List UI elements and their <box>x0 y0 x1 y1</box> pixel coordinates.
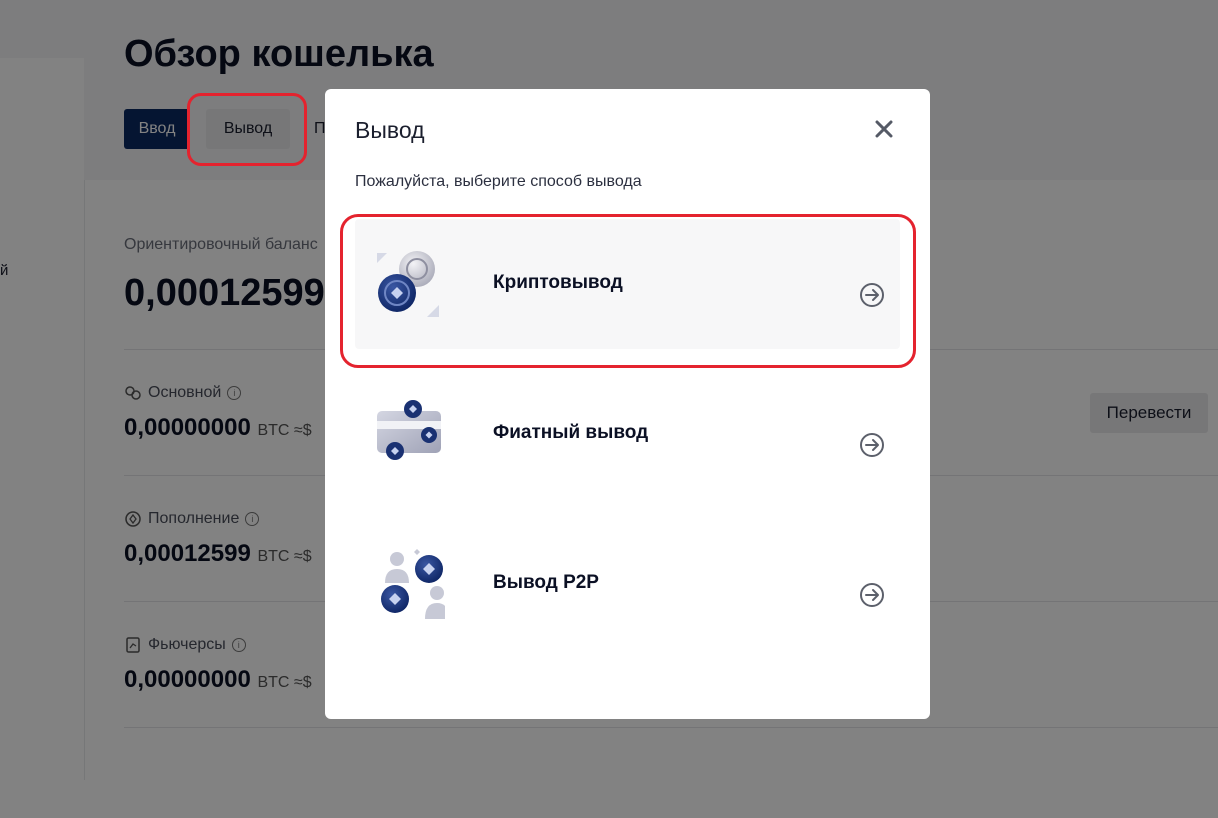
option-label: Фиатный вывод <box>493 422 649 443</box>
close-button[interactable] <box>871 116 897 142</box>
option-label: Вывод P2P <box>493 572 599 593</box>
option-fiat-withdrawal[interactable]: Фиатный вывод <box>355 369 900 499</box>
modal-subtitle: Пожалуйста, выберите способ вывода <box>355 173 642 190</box>
annotation-highlight-withdraw <box>187 93 307 166</box>
arrow-right-icon[interactable] <box>859 582 885 608</box>
modal-title: Вывод <box>355 117 425 143</box>
close-icon <box>875 120 893 138</box>
withdraw-modal: Вывод Пожалуйста, выберите способ вывода… <box>325 89 930 719</box>
annotation-highlight-crypto <box>340 214 916 368</box>
p2p-users-icon <box>381 549 445 619</box>
arrow-right-icon[interactable] <box>859 432 885 458</box>
fiat-card-icon <box>377 400 441 460</box>
option-p2p-withdrawal[interactable]: Вывод P2P <box>355 519 900 649</box>
